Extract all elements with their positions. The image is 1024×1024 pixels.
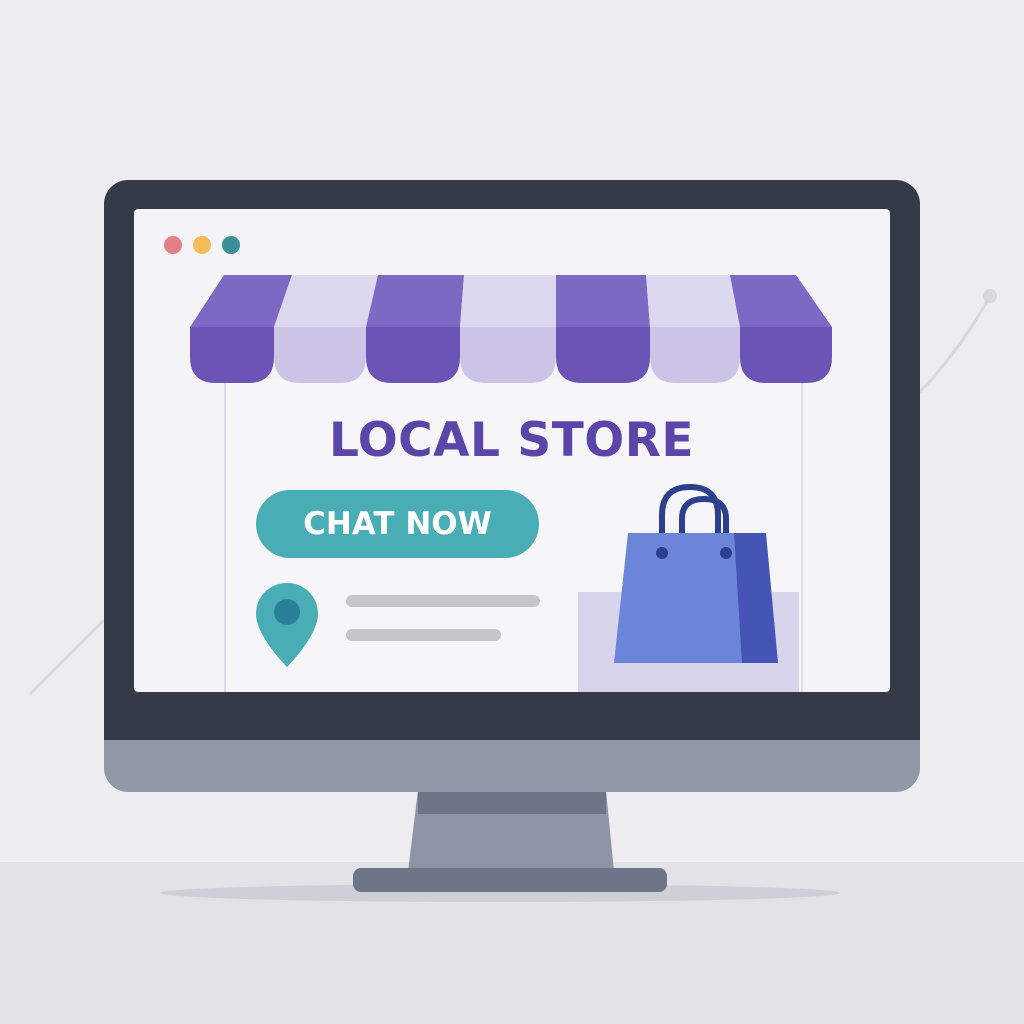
window-close-button[interactable]: [164, 236, 182, 254]
monitor-screen: LOCAL STORE CHAT NOW: [134, 209, 890, 692]
chat-now-button[interactable]: CHAT NOW: [256, 490, 539, 558]
window-maximize-button[interactable]: [222, 236, 240, 254]
window-controls: [164, 236, 240, 254]
address-line-2: [346, 629, 501, 641]
store-awning: [190, 275, 832, 383]
address-line-1: [346, 595, 540, 607]
shopping-bag-icon: [614, 483, 778, 663]
illustration-scene: LOCAL STORE CHAT NOW: [0, 0, 1024, 1024]
store-title: LOCAL STORE: [328, 413, 695, 468]
window-minimize-button[interactable]: [193, 236, 211, 254]
location-pin-icon: [256, 583, 318, 667]
